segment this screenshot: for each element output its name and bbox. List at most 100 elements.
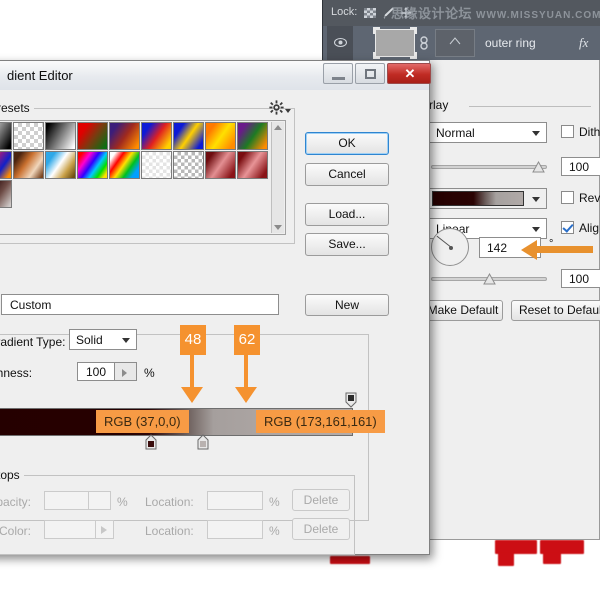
- align-with-layer-checkbox[interactable]: [561, 221, 574, 234]
- preset-swatch[interactable]: [0, 151, 12, 179]
- opacity-slider[interactable]: [431, 160, 547, 174]
- presets-scrollbar[interactable]: [271, 122, 284, 233]
- close-button[interactable]: ✕: [387, 63, 431, 84]
- new-button[interactable]: New: [305, 294, 389, 316]
- gradient-overlay-section-title: rlay: [429, 98, 448, 112]
- location-input-2[interactable]: [207, 520, 263, 539]
- scale-slider[interactable]: [431, 272, 547, 286]
- scale-value-field[interactable]: 100: [561, 269, 600, 288]
- delete-opacity-stop-button[interactable]: Delete: [292, 489, 350, 511]
- opacity-value: 100: [569, 160, 589, 174]
- site-watermark: 思缘设计论坛WWW.MISSYUAN.COM: [391, 3, 597, 24]
- angle-value: 142: [487, 241, 507, 255]
- presets-well[interactable]: [0, 120, 286, 235]
- presets-group-title: Presets: [0, 101, 34, 115]
- cancel-button[interactable]: Cancel: [305, 163, 389, 186]
- transparency-lock-icon[interactable]: [363, 6, 377, 20]
- smoothness-label: Smoothness:: [0, 366, 32, 380]
- opacity-stop-right[interactable]: [345, 392, 357, 408]
- gradient-type-select[interactable]: Solid: [69, 329, 137, 350]
- save-button[interactable]: Save...: [305, 233, 389, 256]
- color-stop-left[interactable]: [145, 434, 157, 450]
- stepper-arrow-icon: [122, 369, 127, 377]
- preset-swatch[interactable]: [141, 151, 172, 179]
- preset-swatch[interactable]: [77, 151, 108, 179]
- opacity-slider-knob[interactable]: [532, 161, 545, 173]
- annotation-tag-right-value: RGB (173,161,161): [264, 414, 377, 429]
- chevron-down-icon: [532, 227, 540, 232]
- preset-swatch[interactable]: [109, 151, 140, 179]
- thumb-bracket-bl: [373, 52, 380, 59]
- ok-button[interactable]: OK: [305, 132, 389, 155]
- gradient-editor-title: dient Editor: [7, 68, 73, 83]
- preset-swatch[interactable]: [205, 122, 236, 150]
- annotation-badge-48: 48: [180, 325, 206, 355]
- gradient-picker-button[interactable]: [429, 188, 547, 209]
- preset-swatch[interactable]: [237, 151, 268, 179]
- preset-swatch[interactable]: [13, 151, 44, 179]
- thumb-bracket-tl: [373, 27, 380, 34]
- opacity-percent: %: [117, 495, 128, 509]
- color-stop-right[interactable]: [197, 434, 209, 450]
- smoothness-value: 100: [86, 365, 106, 379]
- artwork-red-shape-4: [543, 552, 561, 564]
- location-percent-2: %: [269, 524, 280, 538]
- preset-swatch[interactable]: [13, 122, 44, 150]
- minimize-icon: [332, 77, 345, 80]
- preset-swatch[interactable]: [173, 122, 204, 150]
- preset-swatch-selected[interactable]: [0, 180, 12, 208]
- presets-grid: [0, 122, 270, 207]
- scale-slider-knob[interactable]: [483, 273, 496, 285]
- layer-thumbnail[interactable]: [375, 29, 415, 57]
- ok-label: OK: [338, 136, 355, 150]
- delete-color-stop-button[interactable]: Delete: [292, 518, 350, 540]
- thumb-bracket-br: [410, 52, 417, 59]
- angle-callout-arrowhead: [521, 240, 537, 260]
- lock-label: Lock:: [331, 6, 357, 18]
- dither-checkbox[interactable]: [561, 125, 574, 138]
- color-stop-caret-button[interactable]: [96, 520, 114, 539]
- eye-icon[interactable]: [334, 37, 347, 48]
- make-default-button[interactable]: Make Default: [423, 300, 503, 321]
- gear-icon[interactable]: [269, 100, 284, 118]
- gradient-editor-title-bar[interactable]: dient Editor ✕: [0, 61, 429, 91]
- preset-swatch[interactable]: [77, 122, 108, 150]
- delete-label-1: Delete: [304, 493, 339, 507]
- opacity-stop-stepper[interactable]: [89, 491, 111, 510]
- chevron-down-icon: [532, 131, 540, 136]
- reset-to-default-button[interactable]: Reset to Default: [511, 300, 600, 321]
- color-stop-swatch[interactable]: [44, 520, 96, 539]
- opacity-value-field[interactable]: 100: [561, 157, 600, 176]
- link-layers-icon[interactable]: [419, 36, 429, 50]
- gradient-type-value: Solid: [76, 333, 103, 347]
- preset-swatch[interactable]: [205, 151, 236, 179]
- scroll-up-icon[interactable]: [274, 125, 282, 130]
- preset-swatch[interactable]: [109, 122, 140, 150]
- scroll-down-icon[interactable]: [274, 225, 282, 230]
- preset-swatch[interactable]: [45, 122, 76, 150]
- layer-style-dialog: rlay Normal Dith 100 Reve Linear Alig 14…: [420, 60, 600, 540]
- layer-visibility-cell[interactable]: [327, 26, 353, 60]
- annotation-tag-left-value: RGB (37,0,0): [104, 414, 181, 429]
- smoothness-stepper[interactable]: [115, 362, 137, 381]
- layer-mask-thumbnail[interactable]: [435, 29, 475, 57]
- angle-dial[interactable]: [431, 228, 469, 266]
- preset-swatch[interactable]: [45, 151, 76, 179]
- opacity-stop-input[interactable]: [44, 491, 89, 510]
- maximize-button[interactable]: [355, 63, 385, 84]
- gradient-name-input[interactable]: Custom: [1, 294, 279, 315]
- layer-row-outer-ring[interactable]: outer ring fx: [323, 26, 600, 60]
- location-input-1[interactable]: [207, 491, 263, 510]
- preset-swatch[interactable]: [0, 122, 12, 150]
- reverse-checkbox[interactable]: [561, 191, 574, 204]
- preset-swatch[interactable]: [237, 122, 268, 150]
- smoothness-input[interactable]: 100: [77, 362, 115, 381]
- load-button[interactable]: Load...: [305, 203, 389, 226]
- reverse-label: Reve: [579, 191, 600, 205]
- gear-dropdown-caret[interactable]: [285, 109, 291, 113]
- layer-fx-badge[interactable]: fx: [579, 35, 588, 51]
- preset-swatch[interactable]: [141, 122, 172, 150]
- preset-swatch[interactable]: [173, 151, 204, 179]
- minimize-button[interactable]: [323, 63, 353, 84]
- blend-mode-select[interactable]: Normal: [429, 122, 547, 143]
